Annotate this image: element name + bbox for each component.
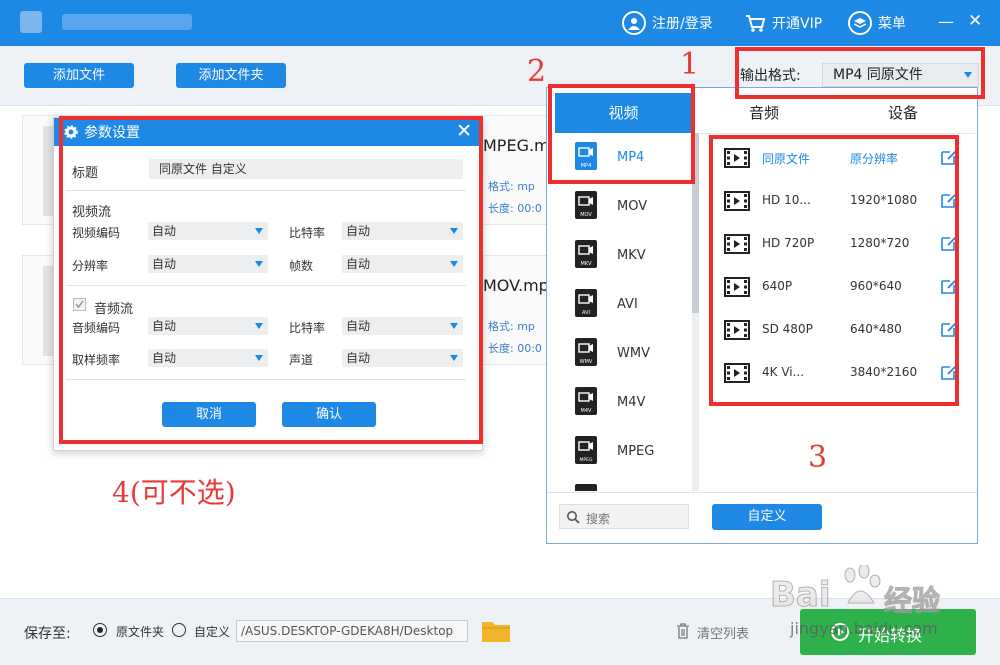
radio-source-folder[interactable] — [93, 623, 107, 637]
folder-icon[interactable] — [481, 619, 511, 643]
vip-button[interactable]: 开通VIP — [744, 10, 822, 36]
svg-text:MPEG: MPEG — [580, 457, 593, 463]
menu-button[interactable]: 菜单 — [848, 10, 906, 36]
video-file-icon: MPEG — [575, 436, 597, 464]
add-folder-button[interactable]: 添加文件夹 — [176, 63, 286, 88]
video-file-icon: AVI — [575, 289, 597, 317]
format-list-scrollbar[interactable] — [692, 133, 699, 491]
login-label: 注册/登录 — [652, 16, 713, 32]
watermark-brand: Bai — [770, 575, 832, 616]
save-path-input[interactable]: /ASUS.DESKTOP-GDEKA8H/Desktop — [236, 620, 468, 642]
annotation-label-2: 2 — [527, 54, 547, 89]
tab-divider — [699, 133, 975, 134]
close-button[interactable]: ✕ — [968, 11, 982, 31]
radio-custom-label: 自定义 — [194, 625, 231, 639]
watermark-brand-cn: 经验 — [883, 584, 941, 618]
video-file-icon: WMV — [575, 338, 597, 366]
annotation-box-4 — [59, 116, 483, 444]
search-placeholder: 搜索 — [586, 512, 611, 526]
annotation-box-1 — [735, 47, 985, 99]
annotation-label-4: 4(可不选) — [112, 476, 236, 509]
format-label: M4V — [617, 395, 646, 410]
format-label: WMV — [617, 346, 650, 361]
menu-label: 菜单 — [878, 16, 906, 32]
clear-list-button[interactable]: 清空列表 — [697, 623, 749, 642]
video-file-icon: MKV — [575, 240, 597, 268]
format-item-wmv[interactable]: WMV WMV — [555, 329, 692, 378]
format-label: AVI — [617, 297, 638, 312]
format-item-mkv[interactable]: MKV MKV — [555, 231, 692, 280]
svg-text:WMV: WMV — [580, 359, 593, 365]
radio-custom-folder[interactable] — [172, 623, 186, 637]
app-title-blurred — [62, 14, 192, 30]
file-length: 长度: 00:0 — [488, 342, 542, 355]
paw-logo-icon — [844, 565, 881, 604]
format-item-mpeg[interactable]: MPEG MPEG — [555, 427, 692, 476]
svg-text:AVI: AVI — [582, 310, 590, 316]
file-format: 格式: mp — [488, 180, 535, 193]
format-label: MOV — [617, 199, 648, 214]
format-item-m4v[interactable]: M4V M4V — [555, 378, 692, 427]
annotation-label-1: 1 — [680, 47, 700, 82]
format-item-mov[interactable]: MOV MOV — [555, 182, 692, 231]
app-logo — [20, 11, 42, 33]
radio-source-label: 原文件夹 — [116, 625, 165, 639]
video-file-icon — [575, 484, 597, 491]
watermark-url: jingyan.baidu.com — [790, 619, 938, 638]
format-label: MPEG — [617, 444, 655, 459]
panel-divider — [547, 492, 977, 493]
annotation-box-2 — [548, 84, 695, 184]
title-bar: 注册/登录 开通VIP 菜单 — ✕ — [0, 0, 1000, 46]
file-format: 格式: mp — [488, 320, 535, 333]
trash-icon — [677, 623, 689, 639]
custom-preset-button[interactable]: 自定义 — [712, 504, 822, 530]
svg-text:MKV: MKV — [580, 261, 592, 267]
vip-label: 开通VIP — [772, 16, 823, 32]
tab-device[interactable]: 设备 — [833, 93, 973, 133]
file-name: MOV.mp — [483, 276, 549, 295]
svg-text:MOV: MOV — [580, 212, 592, 218]
user-icon — [622, 11, 646, 35]
format-list: MP4 MP4 MOV MOV MKV MKV AVI AVI WMV WMV … — [555, 133, 692, 491]
search-icon — [567, 511, 580, 524]
tab-audio[interactable]: 音频 — [699, 93, 829, 133]
file-name: MPEG.m — [483, 136, 550, 155]
format-search-input[interactable]: 搜索 — [559, 504, 689, 529]
video-file-icon: M4V — [575, 387, 597, 415]
add-file-button[interactable]: 添加文件 — [24, 63, 134, 88]
format-label: MKV — [617, 248, 646, 263]
format-item-avi[interactable]: AVI AVI — [555, 280, 692, 329]
login-button[interactable]: 注册/登录 — [622, 10, 713, 36]
file-length: 长度: 00:0 — [488, 202, 542, 215]
layers-icon — [848, 11, 872, 35]
cart-icon — [744, 12, 766, 34]
video-file-icon: MOV — [575, 191, 597, 219]
svg-text:M4V: M4V — [581, 408, 592, 414]
annotation-box-3 — [709, 135, 959, 406]
minimize-button[interactable]: — — [938, 12, 954, 31]
save-to-label: 保存至: — [24, 626, 71, 642]
annotation-label-3: 3 — [808, 440, 828, 475]
